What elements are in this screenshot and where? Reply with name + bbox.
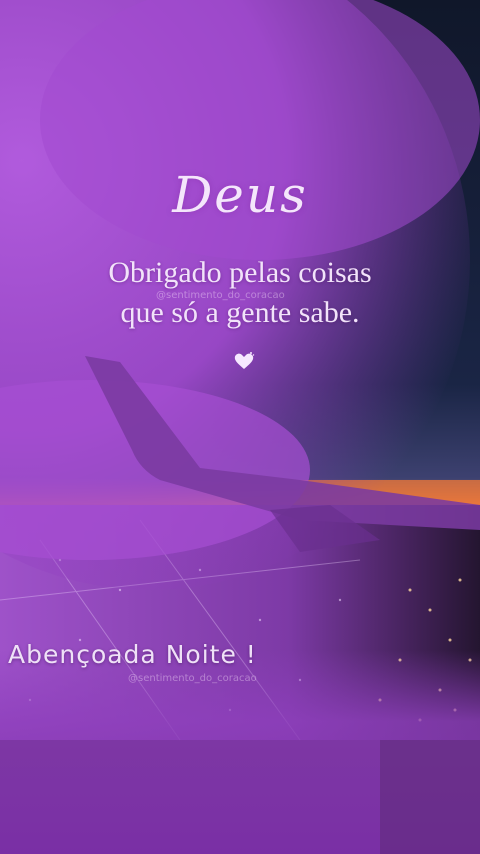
message-line-2: que só a gente sabe. [120,296,360,329]
watermark-bottom: @sentimento_do_coracao [128,673,257,684]
blessing-text: Abençoada Noite ! [8,640,257,669]
title-deus: Deus [172,166,308,224]
background-photo [0,0,480,854]
heart-icon [233,351,255,371]
message-line-1: Obrigado pelas coisas [108,256,372,289]
